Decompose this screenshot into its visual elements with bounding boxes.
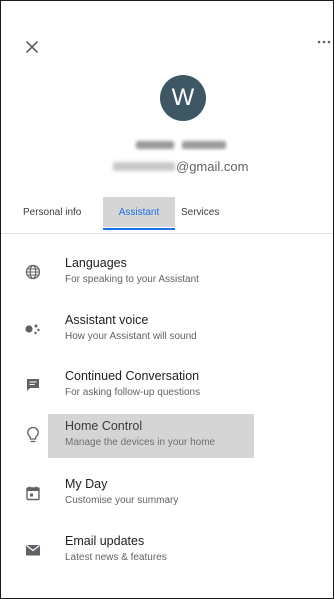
list-item-my-day[interactable]: My Day Customise your summary — [1, 472, 333, 516]
tab-bar: Personal info Assistant Services — [1, 197, 333, 231]
item-title: My Day — [65, 477, 108, 491]
more-options-button[interactable] — [314, 35, 333, 49]
item-title: Continued Conversation — [65, 369, 200, 383]
email-suffix: @gmail.com — [176, 158, 249, 174]
assistant-dots-icon — [23, 319, 43, 339]
account-name-redacted — [136, 139, 232, 151]
chat-icon — [23, 375, 43, 395]
active-tab-indicator — [103, 228, 175, 230]
list-item-home-control[interactable]: Home Control Manage the devices in your … — [1, 414, 333, 458]
item-subtitle: For asking follow-up questions — [65, 387, 201, 398]
close-button[interactable] — [22, 37, 42, 57]
list-item-languages[interactable]: Languages For speaking to your Assistant — [1, 251, 333, 295]
item-title: Email updates — [65, 534, 145, 548]
list-item-assistant-voice[interactable]: Assistant voice How your Assistant will … — [1, 308, 333, 352]
account-email: @gmail.com — [113, 157, 248, 175]
item-title: Languages — [65, 256, 127, 270]
email-redacted — [113, 161, 175, 171]
tab-personal-info[interactable]: Personal info — [23, 197, 103, 227]
item-subtitle: Manage the devices in your home — [65, 437, 216, 448]
globe-icon — [23, 262, 43, 282]
tab-assistant[interactable]: Assistant — [103, 197, 175, 227]
item-title: Home Control — [65, 419, 143, 433]
item-subtitle: Customise your summary — [65, 495, 179, 506]
list-item-email-updates[interactable]: Email updates Latest news & features — [1, 529, 333, 573]
calendar-icon — [23, 483, 43, 503]
lightbulb-icon — [23, 425, 43, 445]
list-item-continued-conversation[interactable]: Continued Conversation For asking follow… — [1, 364, 333, 408]
more-horiz-icon — [317, 40, 331, 44]
tab-services[interactable]: Services — [181, 197, 233, 227]
avatar[interactable]: W — [160, 75, 206, 121]
close-icon — [26, 41, 38, 53]
item-title: Assistant voice — [65, 313, 149, 327]
mail-icon — [23, 540, 43, 560]
tab-divider — [1, 233, 333, 234]
account-panel: W @gmail.com Personal info Assistant Ser… — [0, 0, 334, 599]
item-subtitle: For speaking to your Assistant — [65, 274, 199, 285]
item-subtitle: How your Assistant will sound — [65, 331, 197, 342]
item-subtitle: Latest news & features — [65, 552, 167, 563]
